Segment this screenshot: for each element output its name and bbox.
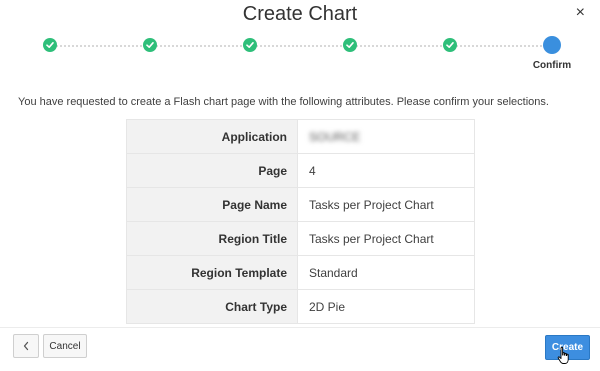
summary-label: Chart Type [126, 289, 298, 324]
wizard-step-1 [43, 38, 57, 52]
summary-value-application: SOURCE [297, 119, 475, 154]
create-button[interactable]: Create [545, 335, 590, 360]
summary-value: 2D Pie [297, 289, 475, 324]
check-icon [146, 42, 154, 48]
summary-table: Application SOURCE Page 4 Page Name Task… [126, 119, 475, 324]
wizard-step-4 [343, 38, 357, 52]
wizard-step-2 [143, 38, 157, 52]
table-row: Region Title Tasks per Project Chart [126, 221, 475, 256]
wizard-step-5 [443, 38, 457, 52]
redacted-value: SOURCE [309, 129, 361, 144]
footer-divider [0, 327, 600, 328]
table-row: Page Name Tasks per Project Chart [126, 187, 475, 222]
table-row: Application SOURCE [126, 119, 475, 154]
check-icon [446, 42, 454, 48]
table-row: Region Template Standard [126, 255, 475, 290]
summary-value: Standard [297, 255, 475, 290]
summary-value: Tasks per Project Chart [297, 187, 475, 222]
summary-label: Region Template [126, 255, 298, 290]
summary-value: Tasks per Project Chart [297, 221, 475, 256]
close-icon[interactable]: × [576, 2, 585, 24]
previous-button[interactable] [13, 334, 39, 358]
summary-label: Region Title [126, 221, 298, 256]
summary-label: Page Name [126, 187, 298, 222]
table-row: Page 4 [126, 153, 475, 188]
wizard-step-3 [243, 38, 257, 52]
dialog-title: Create Chart [242, 3, 358, 25]
summary-value: 4 [297, 153, 475, 188]
wizard-progress [43, 36, 561, 56]
check-icon [246, 42, 254, 48]
check-icon [46, 42, 54, 48]
intro-text: You have requested to create a Flash cha… [18, 96, 549, 108]
cancel-button[interactable]: Cancel [43, 334, 87, 358]
wizard-step-label-confirm: Confirm [532, 60, 572, 71]
summary-label: Page [126, 153, 298, 188]
create-chart-dialog: Create Chart × Confirm You have requeste… [0, 0, 600, 371]
summary-label: Application [126, 119, 298, 154]
table-row: Chart Type 2D Pie [126, 289, 475, 324]
chevron-left-icon [23, 341, 29, 351]
wizard-track [56, 45, 550, 47]
check-icon [346, 42, 354, 48]
wizard-step-current [543, 36, 561, 54]
